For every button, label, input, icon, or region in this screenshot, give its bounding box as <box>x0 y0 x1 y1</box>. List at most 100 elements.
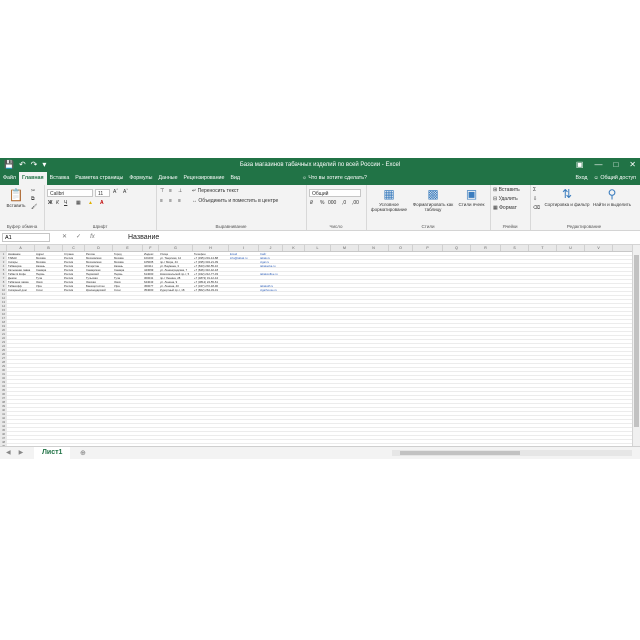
decrease-decimal-icon[interactable]: ,00 <box>352 200 359 207</box>
cut-icon[interactable]: ✂ <box>31 188 35 195</box>
name-box[interactable]: A1 <box>2 233 50 242</box>
signin-link[interactable]: Вход <box>576 172 588 185</box>
conditional-formatting-button[interactable]: ▦ Условное форматирование <box>367 188 411 213</box>
number-format-select[interactable]: Общий <box>309 189 361 197</box>
column-header-q[interactable]: Q <box>443 245 471 251</box>
column-header-u[interactable]: U <box>557 245 585 251</box>
increase-decimal-icon[interactable]: ,0 <box>342 200 346 207</box>
align-left-icon[interactable]: ≡ <box>160 198 163 205</box>
restore-ribbon-icon[interactable]: ▣ <box>576 159 584 170</box>
merge-center-button[interactable]: ↔ Объединить и поместить в центре <box>192 198 278 205</box>
copy-icon[interactable]: ⧉ <box>31 196 35 203</box>
column-header-c[interactable]: C <box>63 245 85 251</box>
column-header-a[interactable]: A <box>7 245 35 251</box>
column-headers: ABCDEFGHIJKLMNOPQRSTUV <box>0 245 632 252</box>
minimize-icon[interactable]: — <box>594 159 602 170</box>
sheet-tab-1[interactable]: Лист1 <box>34 447 71 459</box>
tab-page-layout[interactable]: Разметка страницы <box>72 172 126 185</box>
column-header-h[interactable]: H <box>193 245 229 251</box>
fill-color-icon[interactable]: ▲ <box>88 200 93 207</box>
enter-icon[interactable]: ✓ <box>76 233 81 242</box>
italic-icon[interactable]: К <box>56 200 59 207</box>
cell-styles-button[interactable]: ▣ Стили ячеек <box>455 187 488 208</box>
column-header-d[interactable]: D <box>85 245 113 251</box>
underline-icon[interactable]: Ч <box>64 200 67 207</box>
editing-group: Σ ⇩ ⌫ ⇅ Сортировка и фильтр ⚲ Найти и вы… <box>530 185 638 230</box>
vertical-scrollbar[interactable] <box>632 245 640 446</box>
delete-cells-button[interactable]: ⊟ Удалить <box>493 196 518 203</box>
horizontal-scrollbar[interactable] <box>392 450 632 456</box>
increase-font-icon[interactable]: Aˆ <box>113 189 118 196</box>
align-bottom-icon[interactable]: ⊥ <box>178 188 182 195</box>
next-sheet-icon[interactable]: ▶ <box>19 447 24 459</box>
insert-cells-button[interactable]: ⊞ Вставить <box>493 187 520 194</box>
column-header-i[interactable]: I <box>229 245 259 251</box>
percent-icon[interactable]: % <box>320 200 324 207</box>
worksheet-grid[interactable]: ABCDEFGHIJKLMNOPQRSTUV 1 Название Адрес Стр… <box>0 245 632 446</box>
wrap-text-icon: ↵ <box>192 188 197 194</box>
column-header-e[interactable]: E <box>113 245 143 251</box>
font-size-select[interactable]: 11 <box>95 189 110 197</box>
column-header-n[interactable]: N <box>359 245 389 251</box>
column-header-t[interactable]: T <box>529 245 557 251</box>
add-sheet-icon[interactable]: ⊕ <box>80 447 86 459</box>
column-header-s[interactable]: S <box>501 245 529 251</box>
insert-cells-label: Вставить <box>498 187 520 193</box>
tab-review[interactable]: Рецензирование <box>181 172 228 185</box>
sort-filter-icon: ⇅ <box>561 187 573 201</box>
format-cells-button[interactable]: ▦ Формат <box>493 205 517 212</box>
editing-group-label: Редактирование <box>566 224 602 229</box>
autosum-icon[interactable]: Σ <box>533 187 536 194</box>
maximize-icon[interactable]: □ <box>613 159 618 170</box>
align-center-icon[interactable]: ≡ <box>169 198 172 205</box>
column-header-b[interactable]: B <box>35 245 63 251</box>
align-middle-icon[interactable]: ≡ <box>169 188 172 195</box>
tab-formulas[interactable]: Формулы <box>126 172 155 185</box>
horizontal-scroll-thumb[interactable] <box>400 451 520 455</box>
column-header-j[interactable]: J <box>259 245 283 251</box>
close-icon[interactable]: ✕ <box>629 159 636 170</box>
format-as-table-button[interactable]: ▩ Форматировать как таблицу <box>412 188 454 213</box>
column-header-r[interactable]: R <box>471 245 501 251</box>
cell-styles-icon: ▣ <box>465 187 478 201</box>
column-header-v[interactable]: V <box>585 245 613 251</box>
column-header-g[interactable]: G <box>159 245 193 251</box>
tab-data[interactable]: Данные <box>155 172 180 185</box>
sort-filter-button[interactable]: ⇅ Сортировка и фильтр <box>544 187 590 208</box>
clear-icon[interactable]: ⌫ <box>533 205 540 212</box>
column-header-f[interactable]: F <box>143 245 159 251</box>
column-header-p[interactable]: P <box>413 245 443 251</box>
prev-sheet-icon[interactable]: ◀ <box>6 447 11 459</box>
fill-icon[interactable]: ⇩ <box>533 196 537 203</box>
select-all-corner[interactable] <box>0 245 7 251</box>
font-color-icon[interactable]: A <box>100 200 104 207</box>
align-right-icon[interactable]: ≡ <box>178 198 181 205</box>
vertical-scroll-thumb[interactable] <box>634 255 639 427</box>
column-header-k[interactable]: K <box>283 245 305 251</box>
tab-home[interactable]: Главная <box>19 172 47 185</box>
wrap-text-button[interactable]: ↵ Переносить текст <box>192 188 239 195</box>
formula-input[interactable]: Название <box>128 232 159 243</box>
column-header-m[interactable]: M <box>331 245 359 251</box>
column-header-l[interactable]: L <box>305 245 331 251</box>
currency-icon[interactable]: ₽ <box>310 200 313 207</box>
tab-view[interactable]: Вид <box>227 172 243 185</box>
format-painter-icon[interactable]: 🖌 <box>31 204 37 211</box>
bold-icon[interactable]: Ж <box>48 200 53 207</box>
borders-icon[interactable]: ▦ <box>76 200 81 207</box>
insert-function-icon[interactable]: fx <box>90 233 95 242</box>
cancel-icon[interactable]: ✕ <box>62 233 67 242</box>
tab-insert[interactable]: Вставка <box>47 172 73 185</box>
tab-file[interactable]: Файл <box>0 172 19 185</box>
find-select-button[interactable]: ⚲ Найти и выделить <box>590 188 634 208</box>
styles-group: ▦ Условное форматирование ▩ Форматироват… <box>366 185 491 230</box>
align-top-icon[interactable]: ⊤ <box>160 188 164 195</box>
decrease-font-icon[interactable]: Aˇ <box>123 189 128 196</box>
share-button[interactable]: ☺ Общий доступ <box>594 172 637 185</box>
paste-button[interactable]: 📋 Вставить <box>3 189 29 209</box>
window-controls: ▣ — □ ✕ <box>576 159 636 170</box>
comma-icon[interactable]: 000 <box>328 200 336 207</box>
tell-me-search[interactable]: ☼ Что вы хотите сделать? <box>302 172 367 185</box>
font-name-select[interactable]: Calibri <box>47 189 93 197</box>
column-header-o[interactable]: O <box>389 245 413 251</box>
